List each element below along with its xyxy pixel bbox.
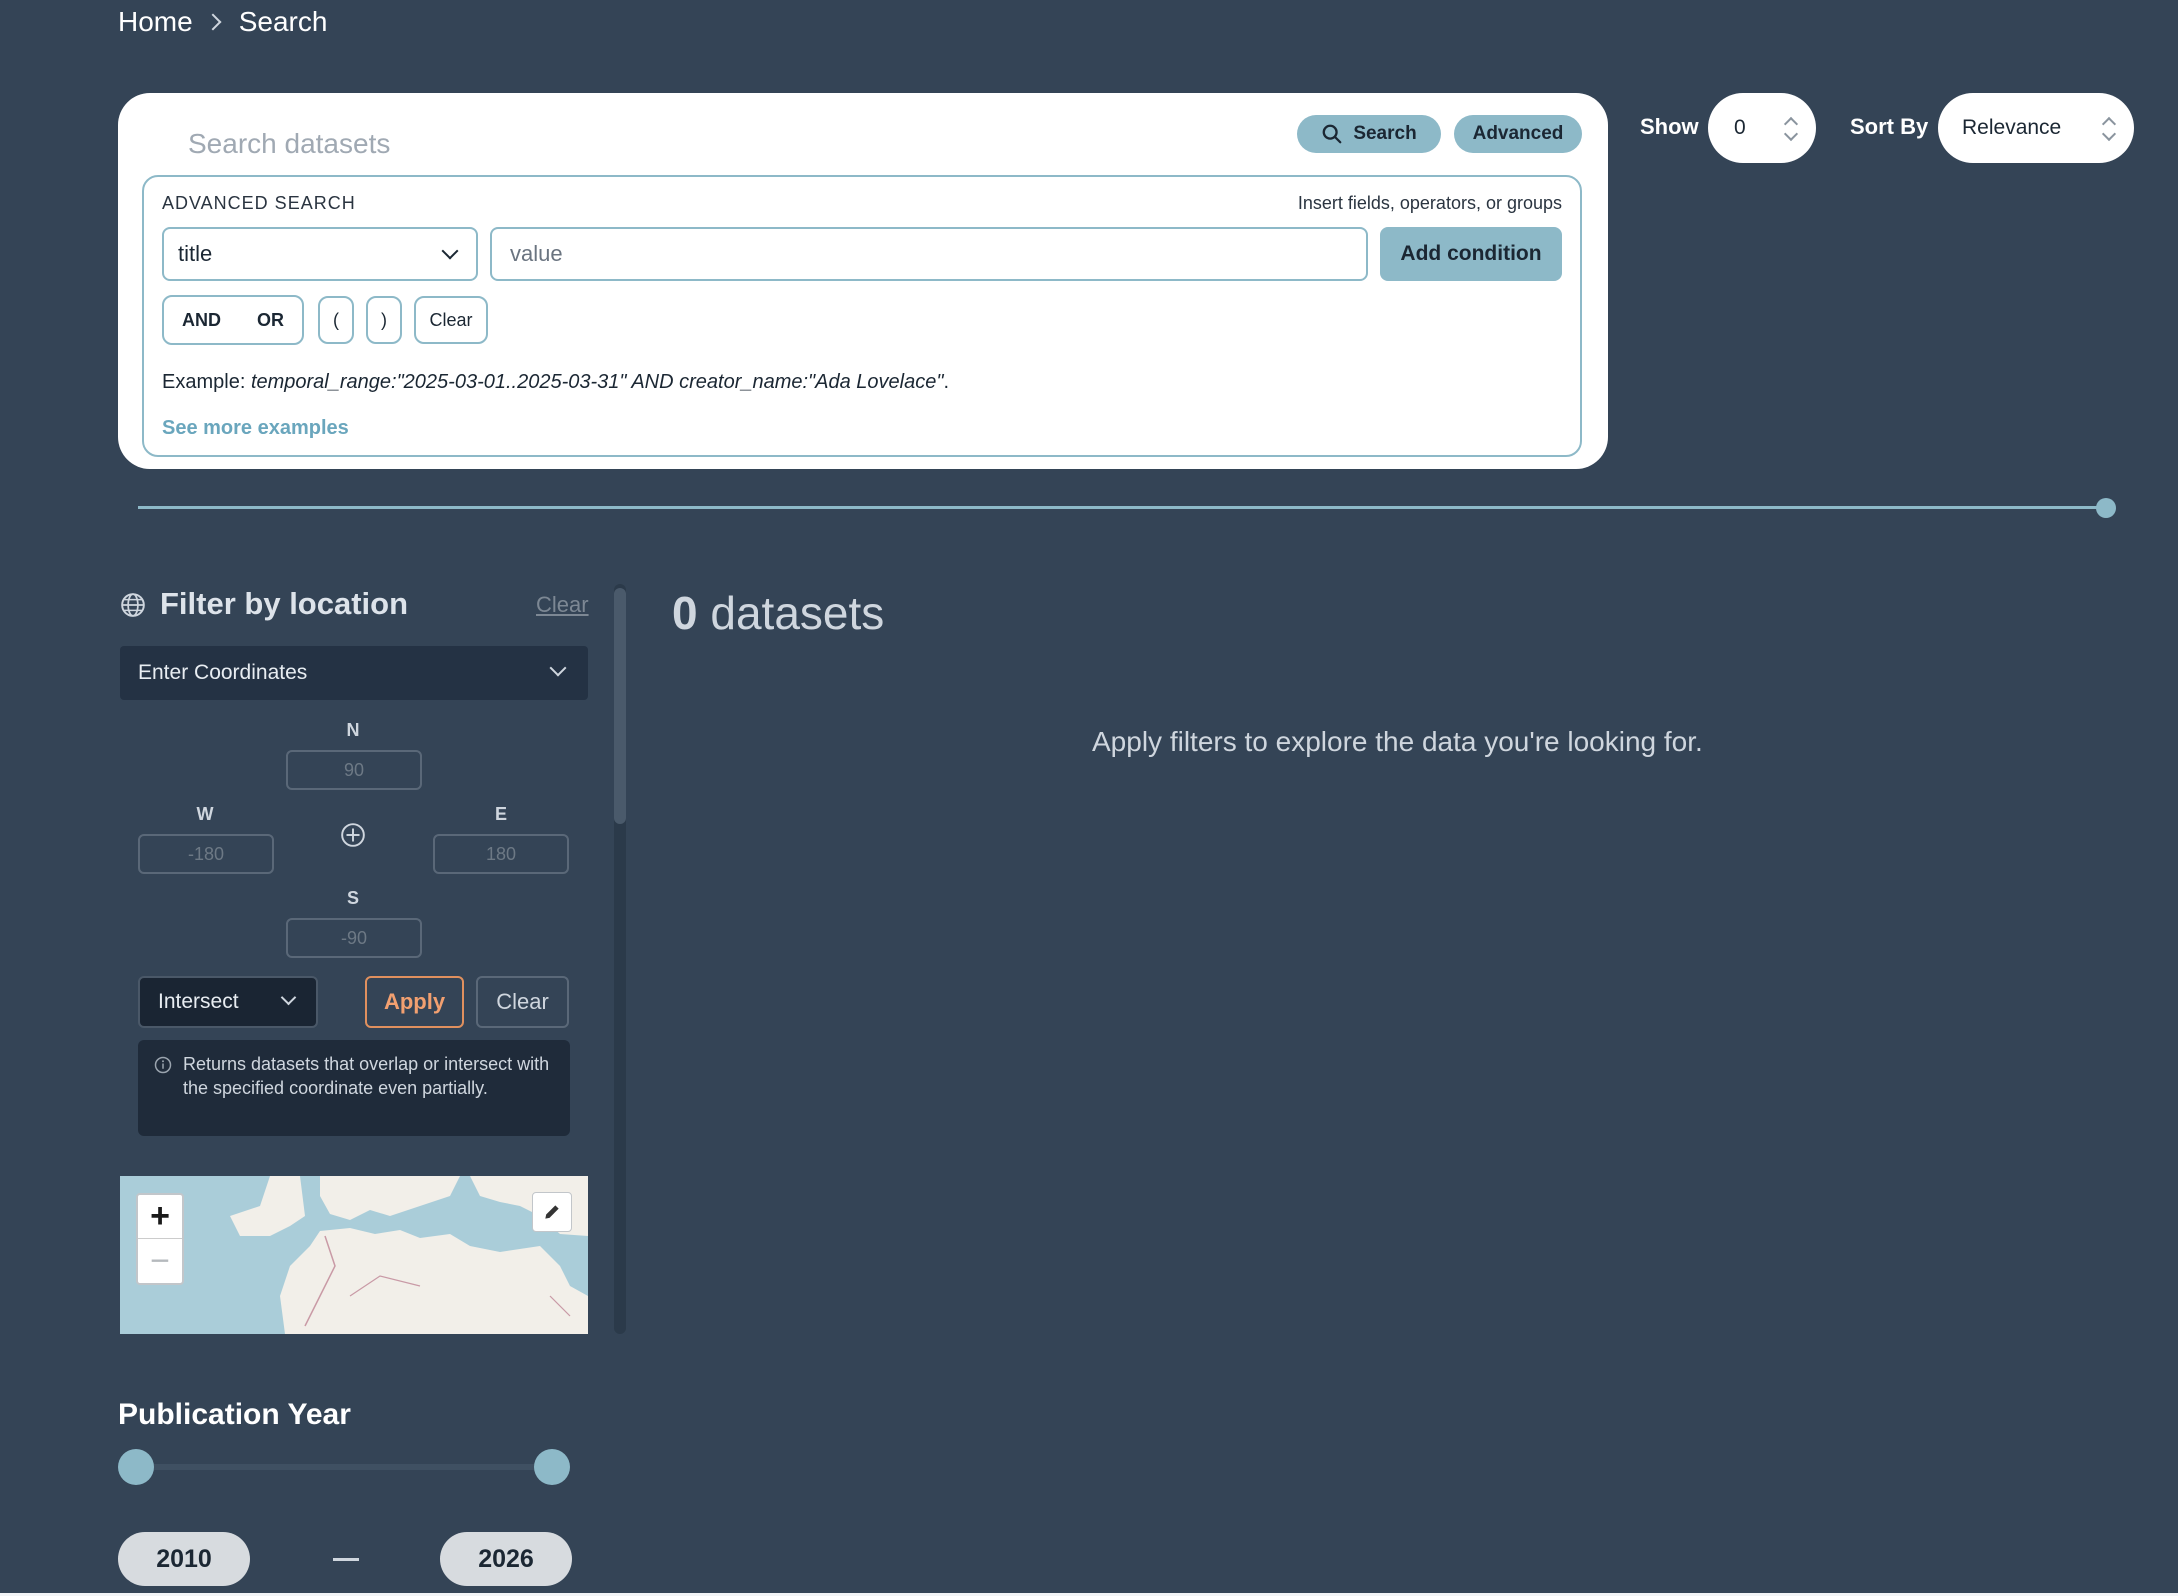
zoom-in-button[interactable]: + <box>138 1195 182 1239</box>
empty-results-message: Apply filters to explore the data you're… <box>1092 726 1703 757</box>
east-label: E <box>494 804 507 824</box>
search-icon <box>1322 124 1342 144</box>
field-select[interactable]: title <box>162 227 478 281</box>
breadcrumb-home[interactable]: Home <box>118 6 193 38</box>
show-count-stepper[interactable]: 0 <box>1708 93 1816 163</box>
relation-info-box: Returns datasets that overlap or interse… <box>138 1040 570 1136</box>
year-range-track[interactable] <box>136 1464 552 1470</box>
globe-icon <box>121 593 145 617</box>
clear-query-button[interactable]: Clear <box>414 296 488 344</box>
range-dash <box>333 1558 359 1561</box>
operator-group: AND OR <box>162 295 304 345</box>
search-button[interactable]: Search <box>1297 115 1441 153</box>
search-card: Search Advanced ADVANCED SEARCH Insert f… <box>118 93 1608 469</box>
advanced-button[interactable]: Advanced <box>1454 115 1582 153</box>
south-input[interactable] <box>286 918 422 958</box>
chevron-down-icon <box>441 242 459 260</box>
west-input[interactable] <box>138 834 274 874</box>
search-input[interactable] <box>188 117 1258 171</box>
chevron-down-icon <box>549 659 567 677</box>
see-more-examples-link[interactable]: See more examples <box>162 417 349 440</box>
breadcrumb: Home Search <box>118 6 327 38</box>
show-count-value: 0 <box>1734 116 1746 139</box>
updown-arrows-icon <box>1784 117 1796 141</box>
year-max-handle[interactable] <box>534 1449 570 1485</box>
chevron-down-icon <box>280 989 297 1006</box>
field-select-value: title <box>178 241 213 266</box>
example-suffix: . <box>943 371 950 393</box>
sort-by-label: Sort By <box>1850 114 1929 139</box>
results-count-label: datasets <box>697 587 885 639</box>
info-icon <box>154 1056 172 1074</box>
year-min-value[interactable]: 2010 <box>118 1532 250 1586</box>
example-text: Example: temporal_range:"2025-03-01..202… <box>162 371 949 394</box>
updown-arrows-icon <box>2102 117 2114 141</box>
pencil-icon <box>545 1205 559 1219</box>
and-operator-button[interactable]: AND <box>176 310 227 331</box>
publication-year-title: Publication Year <box>118 1398 351 1431</box>
results-count-number: 0 <box>672 587 698 639</box>
coordinate-mode-select[interactable]: Enter Coordinates <box>120 646 588 700</box>
example-prefix: Example: <box>162 371 251 393</box>
south-label: S <box>346 888 359 908</box>
chevron-right-icon <box>204 13 222 31</box>
loading-progress-bar <box>138 506 2106 509</box>
close-paren-button[interactable]: ) <box>366 296 402 344</box>
north-input[interactable] <box>286 750 422 790</box>
example-query: temporal_range:"2025-03-01..2025-03-31" … <box>250 371 944 393</box>
relation-info-text: Returns datasets that overlap or interse… <box>183 1054 550 1098</box>
map-zoom-control: + − <box>136 1193 184 1285</box>
spatial-relation-value: Intersect <box>158 990 239 1013</box>
advanced-search-hint: Insert fields, operators, or groups <box>1297 193 1562 213</box>
clear-location-link[interactable]: Clear <box>536 592 589 618</box>
east-input[interactable] <box>433 834 569 874</box>
coordinate-mode-value: Enter Coordinates <box>138 661 308 684</box>
year-min-handle[interactable] <box>118 1449 154 1485</box>
west-label: W <box>196 804 214 824</box>
location-map[interactable] <box>120 1176 588 1334</box>
advanced-search-title: ADVANCED SEARCH <box>162 193 356 213</box>
or-operator-button[interactable]: OR <box>251 310 290 331</box>
sort-by-select[interactable]: Relevance <box>1938 93 2134 163</box>
sidebar-scrollbar-thumb[interactable] <box>614 588 626 824</box>
add-condition-button[interactable]: Add condition <box>1380 227 1562 281</box>
search-button-label: Search <box>1353 123 1417 144</box>
map-tiles <box>120 1176 588 1334</box>
advanced-search-panel: ADVANCED SEARCH Insert fields, operators… <box>142 175 1582 457</box>
condition-value-input[interactable] <box>490 227 1368 281</box>
show-label: Show <box>1640 114 1699 139</box>
crosshair-icon[interactable] <box>340 822 366 848</box>
draw-edit-button[interactable] <box>532 1192 572 1232</box>
north-label: N <box>346 720 360 740</box>
clear-location-button[interactable]: Clear <box>476 976 569 1028</box>
apply-location-button[interactable]: Apply <box>365 976 464 1028</box>
open-paren-button[interactable]: ( <box>318 296 354 344</box>
sort-by-value: Relevance <box>1962 116 2062 139</box>
year-max-value[interactable]: 2026 <box>440 1532 572 1586</box>
results-count: 0 datasets <box>672 586 884 640</box>
spatial-relation-select[interactable]: Intersect <box>138 976 318 1028</box>
filter-location-title: Filter by location <box>160 586 409 621</box>
zoom-out-button[interactable]: − <box>138 1239 182 1283</box>
breadcrumb-current: Search <box>238 6 328 37</box>
progress-knob <box>2096 498 2116 518</box>
